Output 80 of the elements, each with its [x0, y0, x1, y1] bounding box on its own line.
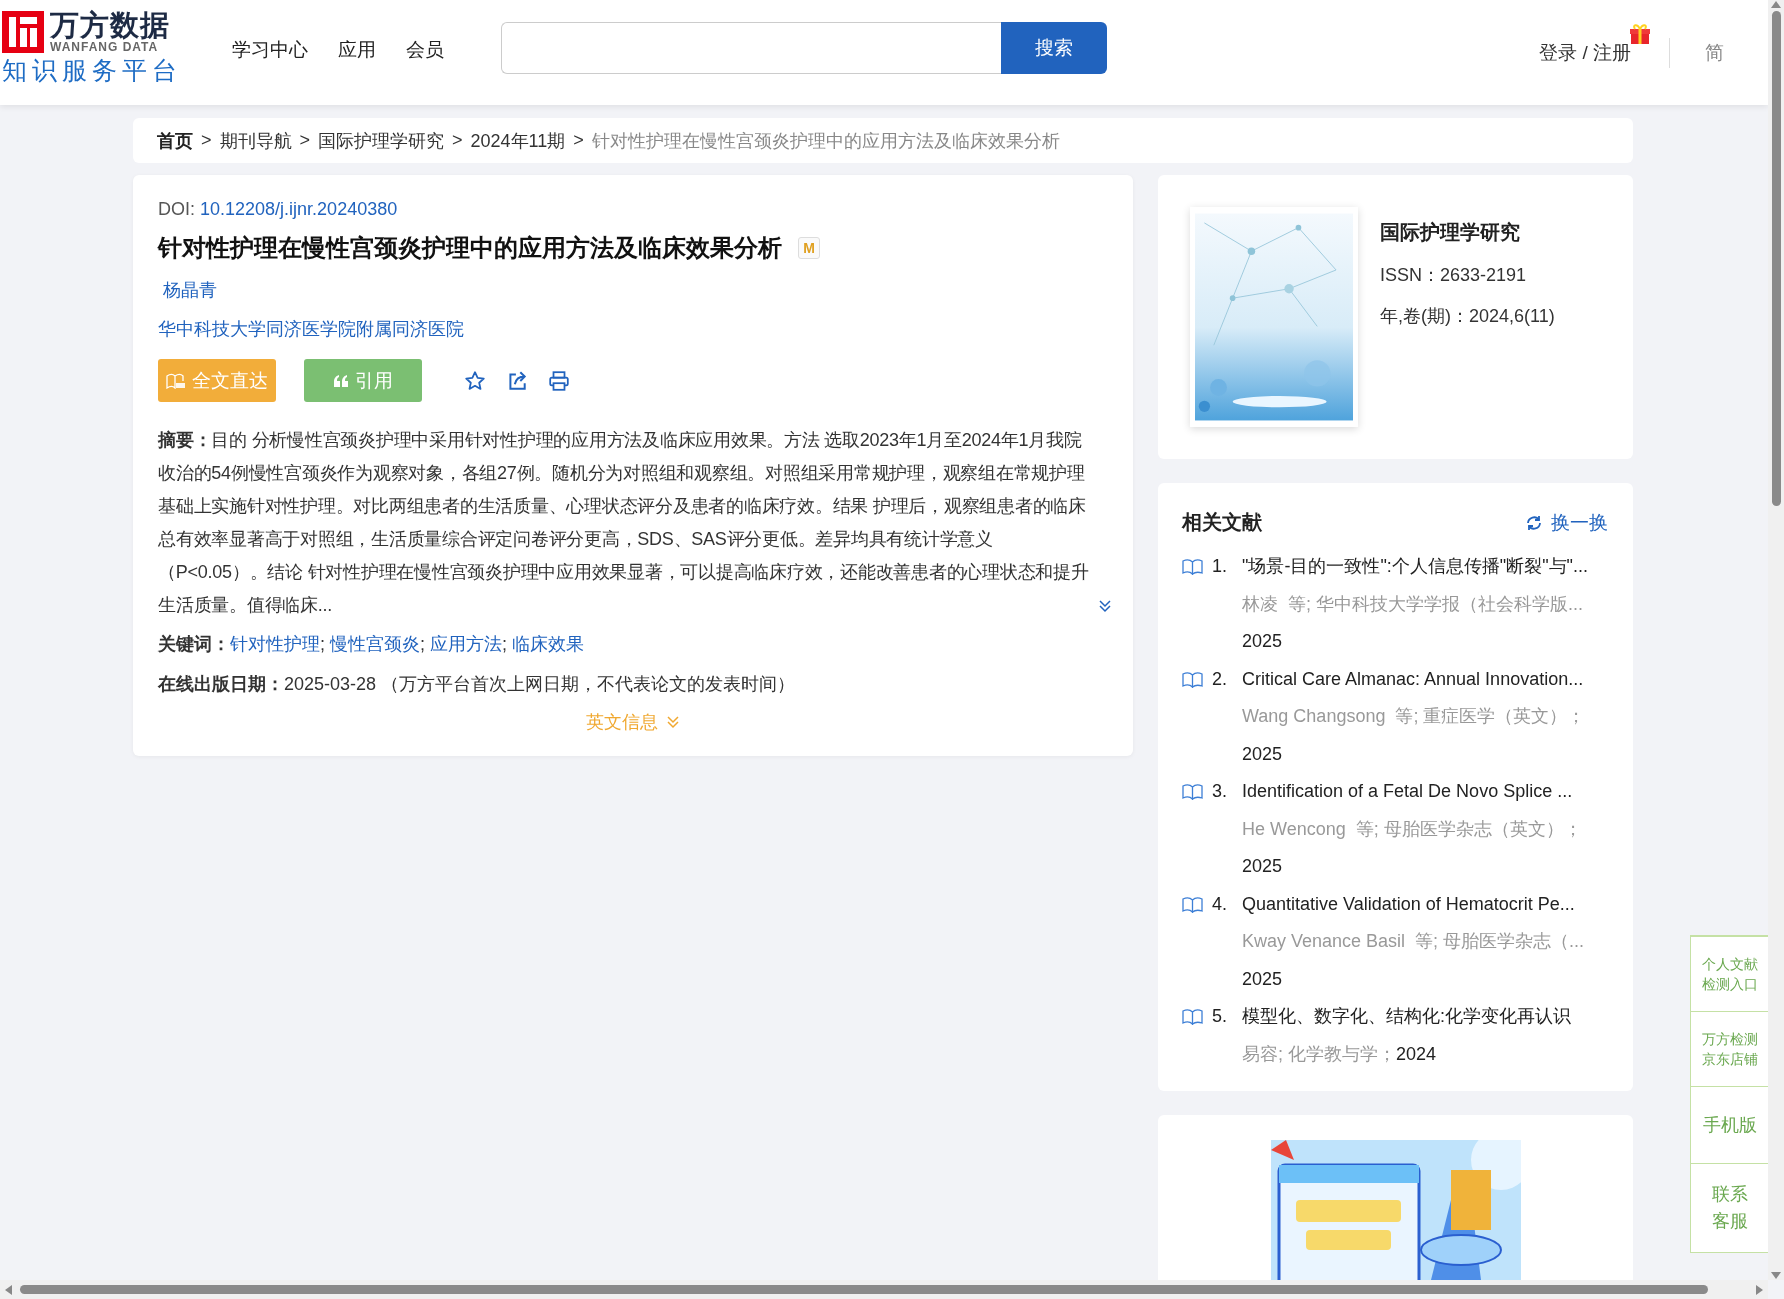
keyword-separator: ; [420, 634, 427, 654]
print-icon[interactable] [548, 369, 570, 392]
related-meta: Kway Venance Basil 等; 母胎医学杂志（... [1242, 930, 1586, 953]
search-field[interactable] [501, 21, 1001, 74]
quote-icon [333, 373, 349, 388]
gift-icon[interactable] [1628, 22, 1652, 46]
article-title: 针对性护理在慢性宫颈炎护理中的应用方法及临床效果分析 [158, 233, 782, 263]
list-number: 1. [1212, 555, 1228, 578]
login-link[interactable]: 登录 / 注册 [1539, 39, 1631, 66]
scroll-down-icon[interactable] [1771, 1272, 1781, 1280]
logo-name: 万方数据 [50, 9, 170, 41]
related-meta: Wang Changsong 等; 重症医学（英文）； [1242, 705, 1587, 728]
section-title: 相关文献 [1182, 510, 1262, 535]
scroll-left-icon[interactable] [4, 1284, 12, 1295]
journal-title[interactable]: 国际护理学研究 [1380, 219, 1555, 246]
related-year: 2025 [1242, 967, 1284, 991]
expand-chevron-icon[interactable] [1098, 599, 1112, 613]
related-title-link[interactable]: 模型化、数字化、结构化:化学变化再认识 [1242, 998, 1608, 1036]
search-button[interactable]: 搜索 [1001, 21, 1107, 74]
related-year: 2024 [1396, 1043, 1437, 1064]
related-title-link[interactable]: Critical Care Almanac: Annual Innovation... [1242, 660, 1608, 698]
keyword-link[interactable]: 针对性护理 [230, 634, 320, 654]
keyword-link[interactable]: 临床效果 [512, 634, 585, 654]
logo-slogan: 知识服务平台 [2, 55, 183, 86]
breadcrumb-current: 针对性护理在慢性宫颈炎护理中的应用方法及临床效果分析 [591, 129, 1060, 153]
doi-label: DOI: [158, 199, 196, 219]
breadcrumb-separator: > [201, 130, 212, 151]
star-icon[interactable] [464, 369, 486, 392]
language-switch[interactable]: 简 [1705, 39, 1724, 66]
nav-link[interactable]: 应用 [338, 37, 376, 63]
chevron-down-icon[interactable] [666, 715, 680, 729]
book-icon [1182, 559, 1203, 575]
nav-link[interactable]: 学习中心 [232, 37, 308, 63]
breadcrumb-link[interactable]: 期刊导航 [219, 128, 292, 153]
book-icon [1182, 671, 1203, 688]
scroll-right-icon[interactable] [1756, 1284, 1764, 1295]
breadcrumb-separator: > [299, 130, 311, 151]
logo-subtitle: WANFANG DATA [50, 41, 160, 54]
free-book-icon [166, 372, 186, 389]
keyword-link[interactable]: 慢性宫颈炎 [330, 634, 420, 654]
related-title-link[interactable]: Identification of a Fetal De Novo Splice ... [1242, 773, 1608, 811]
keyword-separator: ; [502, 634, 509, 654]
list-number: 4. [1212, 892, 1228, 916]
publish-date: 在线出版日期：2025-03-28 （万方平台首次上网日期，不代表论文的发表时间） [158, 673, 797, 696]
m-badge: M [798, 237, 820, 259]
book-icon [1182, 784, 1203, 800]
refresh-icon [1525, 513, 1543, 532]
keyword-separator: ; [320, 634, 326, 654]
breadcrumb-separator: > [573, 130, 584, 151]
nav-link[interactable]: 会员 [406, 37, 444, 63]
author-link[interactable]: 杨晶青 [163, 280, 217, 300]
breadcrumb-separator: > [452, 130, 463, 151]
scrollbar-thumb[interactable] [20, 1285, 1708, 1294]
related-year: 2025 [1242, 855, 1284, 878]
related-meta: 易容; 化学教与学； [1242, 1043, 1396, 1064]
refresh-link[interactable]: 换一换 [1525, 509, 1608, 536]
related-meta: He Wencong 等; 母胎医学杂志（英文）； [1242, 817, 1583, 841]
doi-link[interactable]: 10.12208/j.ijnr.20240380 [200, 199, 398, 219]
book-icon [1182, 896, 1203, 913]
breadcrumb-link[interactable]: 2024年11期 [470, 128, 566, 153]
related-meta: 林凌 等; 华中科技大学学报（社会科学版... [1242, 592, 1584, 616]
affiliation-link[interactable]: 华中科技大学同济医学院附属同济医院 [158, 317, 1108, 341]
list-number: 2. [1212, 667, 1228, 691]
book-icon [1182, 1009, 1203, 1025]
related-title-link[interactable]: "场景-目的一致性":个人信息传播"断裂"与"... [1242, 548, 1608, 586]
keywords-label: 关键词： [158, 634, 230, 654]
scrollbar-thumb[interactable] [1771, 11, 1781, 506]
related-year: 2025 [1242, 630, 1284, 653]
issn-text: ISSN：2633-2191 [1380, 264, 1528, 287]
share-icon[interactable] [506, 369, 528, 392]
keyword-link[interactable]: 应用方法 [430, 634, 503, 654]
breadcrumb-link[interactable]: 首页 [157, 128, 193, 153]
list-number: 3. [1212, 780, 1228, 803]
scroll-up-icon[interactable] [1771, 0, 1781, 8]
breadcrumb-link[interactable]: 国际护理学研究 [318, 128, 445, 153]
list-number: 5. [1212, 1005, 1228, 1028]
related-title-link[interactable]: Quantitative Validation of Hematocrit Pe... [1242, 885, 1608, 923]
related-year: 2025 [1242, 742, 1284, 766]
abstract-text: 摘要：目的 分析慢性宫颈炎护理中采用针对性护理的应用方法及临床应用效果。方法 选取2023年1月至2024年1月我院收治的54例慢性宫颈炎作为观察对象，各组27例。随机分为对照组和观察组。对照组采用常规护理，观察组在常规护理基础上实施针对性护理。对比两组患者的生活质量、心理状态评分及患者的临床疗效。结果 护理后，观察组患者的临床总有效率显著高于对照组，生活质量综合评定问卷评分更高，SDS、SAS评分更低。差异均具有统计学意义（P<0.05）。结论 针对性护理在慢性宫颈炎护理中应用效果显著，可以提高临床疗效，还能改善患者的心理状态和提升生活质量。值得临床... [158, 429, 1090, 617]
volume-issue-text: 年,卷(期)：2024,6(11) [1380, 305, 1555, 328]
